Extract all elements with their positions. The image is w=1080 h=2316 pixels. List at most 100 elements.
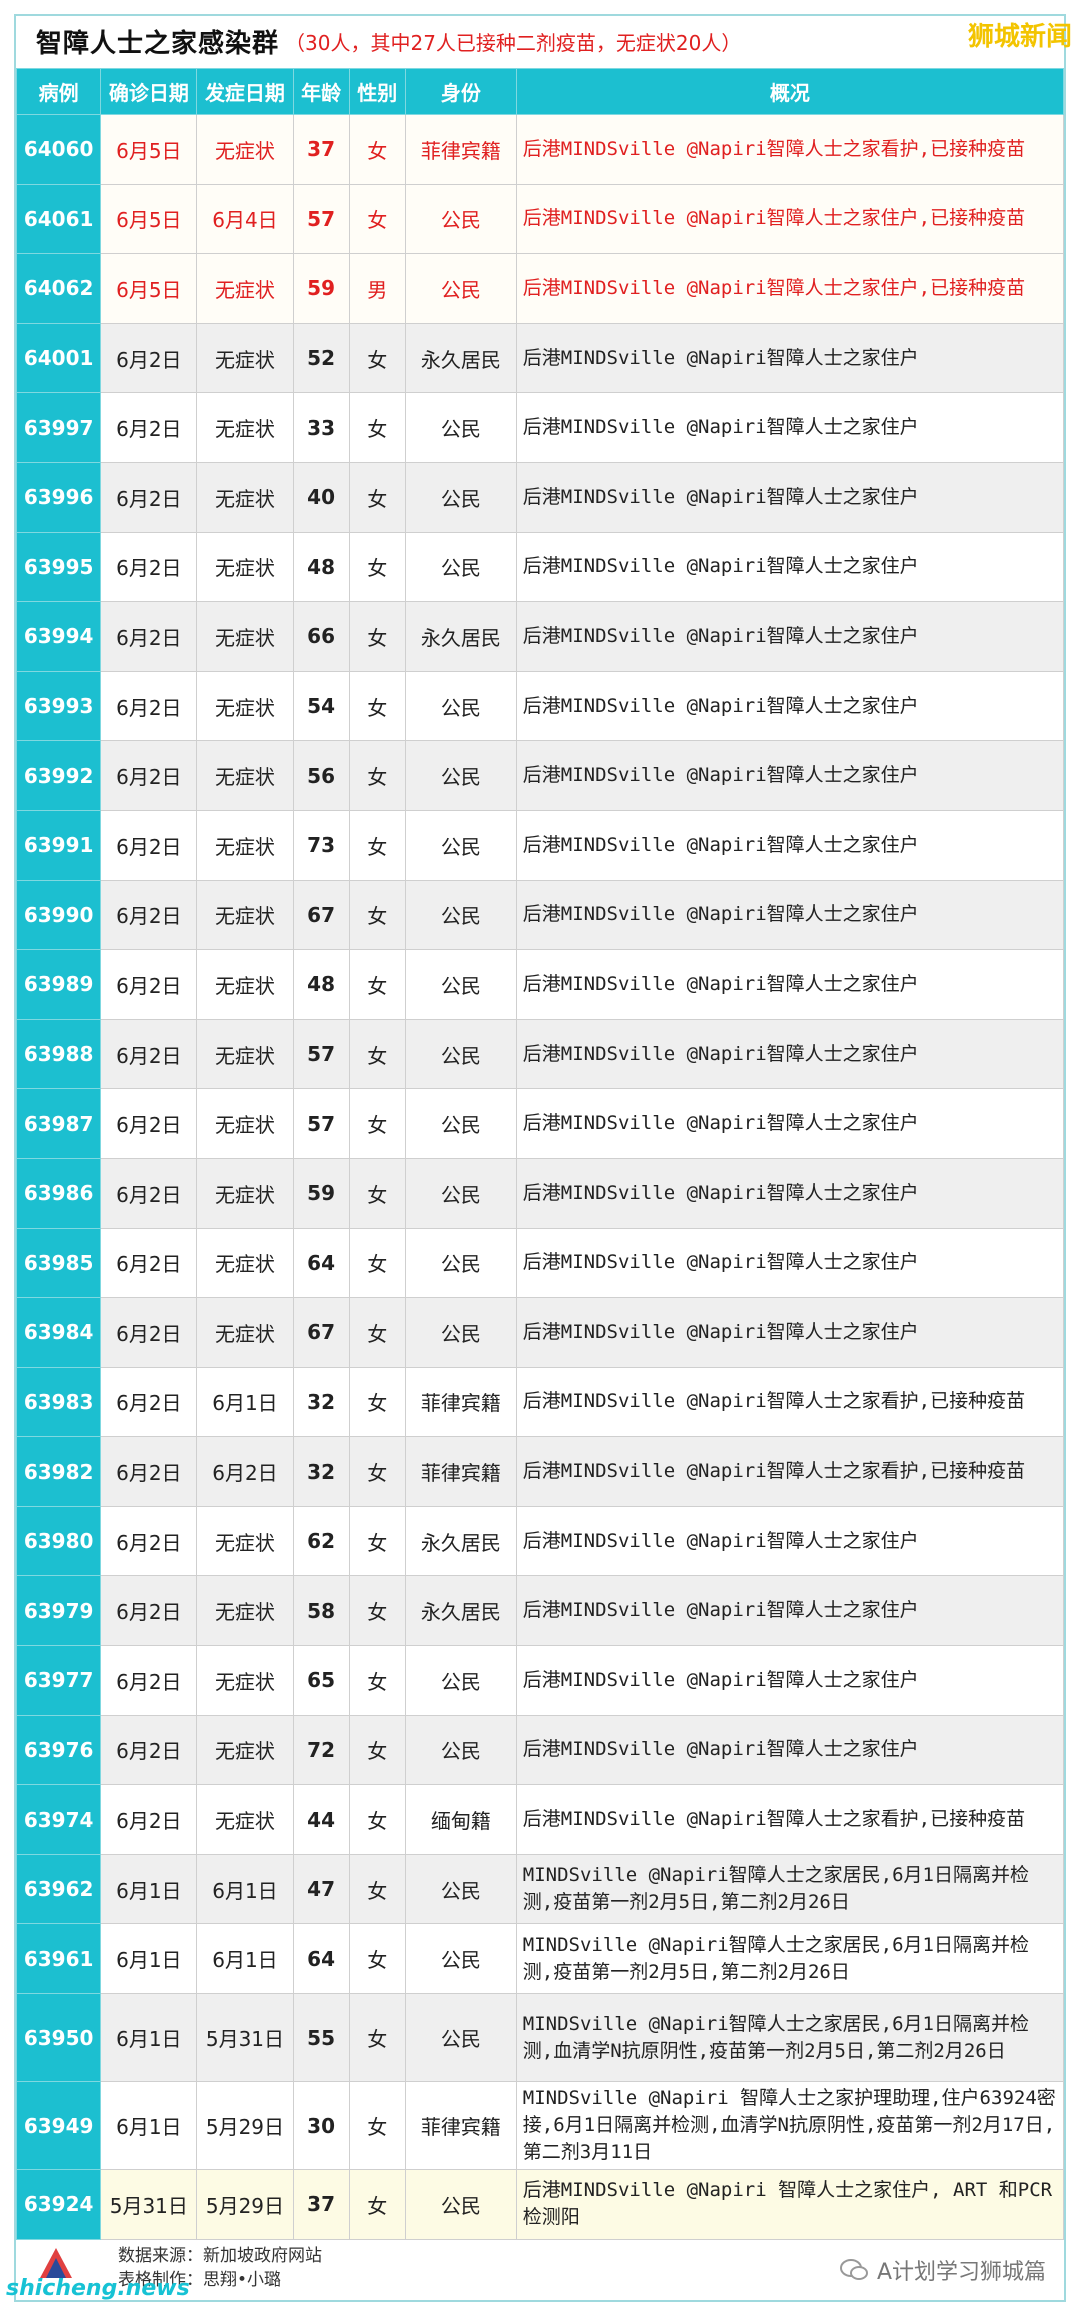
site-watermark: shicheng.news (6, 2276, 190, 2301)
gender-cell: 女 (348, 322, 406, 394)
gender-cell: 男 (348, 253, 406, 324)
case-id-cell: 63993 (15, 670, 102, 742)
summary-cell: MINDSville @Napiri智障人士之家居民,6月1日隔离并检测,血清学… (515, 1993, 1065, 2083)
confirm-date-cell: 6月2日 (100, 1227, 198, 1299)
confirm-date-cell: 6月2日 (100, 949, 198, 1020)
age-cell: 32 (292, 1436, 350, 1507)
table-row: 63924 5月31日 5月29日 37 女公民 后港MINDSville @Napiri… (15, 2169, 1065, 2240)
summary-cell: MINDSville @Napiri智障人士之家居民,6月1日隔离并检测,疫苗第… (515, 1923, 1065, 1995)
age-cell: 62 (292, 1505, 350, 1577)
gender-cell: 女 (348, 1784, 406, 1855)
gender-cell: 女 (348, 949, 406, 1020)
page-title: 智障人士之家感染群 (36, 28, 280, 59)
case-id-cell: 64062 (15, 253, 102, 324)
identity-cell: 公民 (404, 1227, 517, 1299)
table-row: 63990 6月2日 无症状 67 女公民 后港MINDSville @Napiri智障人… (15, 879, 1065, 951)
confirm-date-cell: 6月2日 (100, 670, 198, 742)
confirm-date-cell: 6月1日 (100, 1853, 198, 1925)
case-id-cell: 63986 (15, 1157, 102, 1229)
confirm-date-cell: 6月2日 (100, 601, 198, 672)
gender-cell: 女 (348, 1157, 406, 1229)
summary-cell: MINDSville @Napiri智障人士之家居民,6月1日隔离并检测,疫苗第… (515, 1853, 1065, 1925)
table-row: 63989 6月2日 无症状 48 女公民 后港MINDSville @Napiri智障人… (15, 949, 1065, 1020)
brand-watermark: 狮城新闻 (967, 22, 1072, 52)
onset-date-cell: 无症状 (196, 1157, 294, 1229)
identity-cell: 永久居民 (404, 322, 517, 394)
table-row: 63993 6月2日 无症状 54 女公民 后港MINDSville @Napiri智障人… (15, 670, 1065, 742)
onset-date-cell: 5月29日 (196, 2081, 294, 2171)
age-cell: 67 (292, 879, 350, 951)
table-row: 63974 6月2日 无症状 44 女缅甸籍 后港MINDSville @Napiri智障… (15, 1784, 1065, 1855)
gender-cell: 女 (348, 1366, 406, 1438)
table-row: 63983 6月2日 6月1日 32 女菲律宾籍 后港MINDSville @Napiri… (15, 1366, 1065, 1438)
table-row: 63979 6月2日 无症状 58 女永久居民 后港MINDSville @Napiri智… (15, 1575, 1065, 1647)
identity-cell: 菲律宾籍 (404, 2081, 517, 2171)
identity-cell: 菲律宾籍 (404, 1366, 517, 1438)
confirm-date-cell: 6月2日 (100, 1366, 198, 1438)
summary-cell: 后港MINDSville @Napiri智障人士之家住户 (515, 1157, 1065, 1229)
case-id-cell: 63990 (15, 879, 102, 951)
confirm-date-cell: 6月2日 (100, 1297, 198, 1368)
summary-cell: 后港MINDSville @Napiri智障人士之家住户 (515, 1227, 1065, 1299)
table-row: 63950 6月1日 5月31日 55 女公民 MINDSville @Napiri智障人… (15, 1993, 1065, 2083)
identity-cell: 公民 (404, 1088, 517, 1159)
onset-date-cell: 无症状 (196, 601, 294, 672)
column-header: 年龄 (292, 68, 350, 115)
onset-date-cell: 无症状 (196, 253, 294, 324)
age-cell: 44 (292, 1784, 350, 1855)
onset-date-cell: 无症状 (196, 1714, 294, 1786)
identity-cell: 公民 (404, 1993, 517, 2083)
summary-cell: 后港MINDSville @Napiri智障人士之家住户 (515, 461, 1065, 533)
age-cell: 30 (292, 2081, 350, 2171)
identity-cell: 永久居民 (404, 601, 517, 672)
summary-cell: 后港MINDSville @Napiri智障人士之家住户 (515, 1714, 1065, 1786)
identity-cell: 公民 (404, 392, 517, 463)
gender-cell: 女 (348, 1853, 406, 1925)
confirm-date-cell: 5月31日 (100, 2169, 198, 2240)
onset-date-cell: 6月4日 (196, 183, 294, 255)
gender-cell: 女 (348, 1993, 406, 2083)
case-id-cell: 63994 (15, 601, 102, 672)
case-id-cell: 63974 (15, 1784, 102, 1855)
confirm-date-cell: 6月1日 (100, 1923, 198, 1995)
column-header: 发症日期 (196, 68, 294, 115)
page-subtitle: （30人，其中27人已接种二剂疫苗，无症状20人） (285, 30, 742, 55)
confirm-date-cell: 6月1日 (100, 2081, 198, 2171)
data-source-text: 数据来源：新加坡政府网站 (118, 2246, 322, 2266)
onset-date-cell: 无症状 (196, 740, 294, 811)
case-id-cell: 64060 (15, 114, 102, 185)
table-row: 63988 6月2日 无症状 57 女公民 后港MINDSville @Napiri智障人… (15, 1018, 1065, 1090)
case-id-cell: 63949 (15, 2081, 102, 2171)
onset-date-cell: 6月1日 (196, 1923, 294, 1995)
summary-cell: 后港MINDSville @Napiri智障人士之家住户 (515, 601, 1065, 672)
onset-date-cell: 无症状 (196, 1784, 294, 1855)
summary-cell: 后港MINDSville @Napiri智障人士之家住户,已接种疫苗 (515, 183, 1065, 255)
age-cell: 64 (292, 1227, 350, 1299)
summary-cell: 后港MINDSville @Napiri智障人士之家住户 (515, 1575, 1065, 1647)
column-header: 病例 (15, 68, 102, 115)
summary-cell: 后港MINDSville @Napiri智障人士之家看护,已接种疫苗 (515, 1436, 1065, 1507)
table-header-row: 病例 确诊日期 发症日期 年龄 性别 身份 概况 (15, 68, 1065, 115)
table-row: 63994 6月2日 无症状 66 女永久居民 后港MINDSville @Napiri智… (15, 601, 1065, 672)
confirm-date-cell: 6月2日 (100, 531, 198, 603)
onset-date-cell: 无症状 (196, 670, 294, 742)
identity-cell: 公民 (404, 1018, 517, 1090)
identity-cell: 公民 (404, 879, 517, 951)
gender-cell: 女 (348, 879, 406, 951)
case-id-cell: 63950 (15, 1993, 102, 2083)
confirm-date-cell: 6月2日 (100, 1645, 198, 1716)
confirm-date-cell: 6月5日 (100, 183, 198, 255)
identity-cell: 永久居民 (404, 1505, 517, 1577)
onset-date-cell: 无症状 (196, 1575, 294, 1647)
case-id-cell: 63982 (15, 1436, 102, 1507)
onset-date-cell: 无症状 (196, 531, 294, 603)
column-header: 确诊日期 (100, 68, 198, 115)
identity-cell: 缅甸籍 (404, 1784, 517, 1855)
table-row: 63980 6月2日 无症状 62 女永久居民 后港MINDSville @Napiri智… (15, 1505, 1065, 1577)
confirm-date-cell: 6月2日 (100, 1505, 198, 1577)
gender-cell: 女 (348, 1645, 406, 1716)
infection-table-card: 智障人士之家感染群 （30人，其中27人已接种二剂疫苗，无症状20人） 狮城新闻… (14, 14, 1072, 2302)
case-id-cell: 63976 (15, 1714, 102, 1786)
age-cell: 37 (292, 114, 350, 185)
table-row: 63977 6月2日 无症状 65 女公民 后港MINDSville @Napiri智障人… (15, 1645, 1065, 1716)
